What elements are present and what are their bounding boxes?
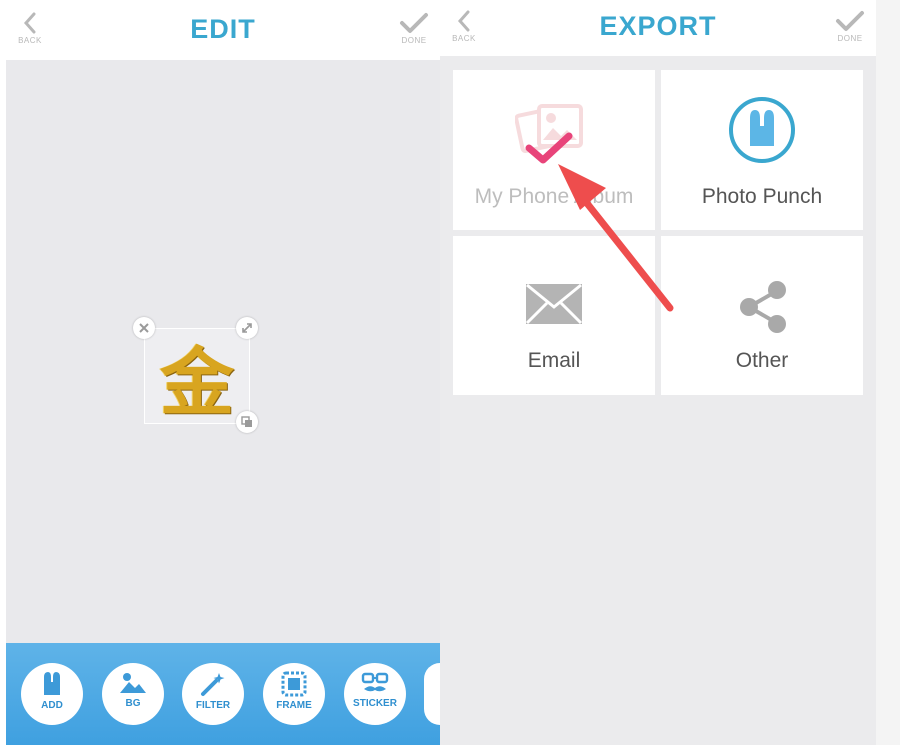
- envelope-icon: [525, 283, 583, 325]
- duplicate-handle[interactable]: [236, 411, 258, 433]
- page-margin: [876, 0, 900, 745]
- frame-button[interactable]: FRAME: [263, 663, 325, 725]
- magic-wand-icon: [201, 673, 225, 696]
- option-label: Photo Punch: [701, 185, 823, 208]
- edit-toolbar: ADD BG FILTER FRAME STICKER: [6, 643, 440, 745]
- copy-icon: [241, 416, 252, 427]
- filter-button[interactable]: FILTER: [182, 663, 244, 725]
- sticker-button[interactable]: STICKER: [344, 663, 406, 725]
- done-label: DONE: [837, 34, 863, 43]
- delete-handle[interactable]: [133, 317, 155, 339]
- bg-button[interactable]: BG: [102, 663, 164, 725]
- sticker-label: STICKER: [353, 698, 397, 709]
- more-tools-button[interactable]: [424, 663, 440, 725]
- edit-header: BACK EDIT DONE: [6, 0, 440, 60]
- photo-album-icon: [515, 104, 583, 164]
- frame-label: FRAME: [276, 700, 312, 711]
- photo-punch-icon: [729, 97, 795, 163]
- add-label: ADD: [41, 700, 63, 711]
- export-option-email[interactable]: Email: [453, 236, 655, 395]
- edit-title: EDIT: [190, 14, 256, 44]
- sticker-selection[interactable]: 金: [144, 328, 250, 426]
- export-option-photo-punch[interactable]: Photo Punch: [661, 70, 863, 230]
- option-label: Email: [527, 349, 581, 372]
- export-screen: BACK EXPORT DONE My Phone Album Photo Pu…: [440, 0, 876, 745]
- filter-label: FILTER: [195, 700, 231, 711]
- image-icon: [120, 673, 146, 693]
- expand-icon: [242, 323, 252, 333]
- close-icon: [139, 323, 149, 333]
- sticker-image[interactable]: 金: [145, 329, 249, 426]
- share-icon: [740, 281, 786, 333]
- bg-label: BG: [125, 698, 141, 709]
- edit-screen: BACK EDIT DONE 金 ADD BG FILTER FRAME STI…: [6, 0, 440, 745]
- done-label: DONE: [401, 36, 427, 45]
- option-label: My Phone Album: [474, 185, 634, 208]
- export-option-phone-album[interactable]: My Phone Album: [453, 70, 655, 230]
- bunny-icon: [44, 672, 60, 695]
- resize-handle[interactable]: [236, 317, 258, 339]
- export-header: BACK EXPORT DONE: [440, 0, 876, 56]
- frame-icon: [281, 671, 307, 697]
- done-button[interactable]: DONE: [828, 10, 872, 43]
- checkmark-icon: [400, 13, 428, 33]
- mustache-icon: [361, 672, 389, 692]
- done-button[interactable]: DONE: [392, 12, 436, 45]
- checkmark-icon: [836, 11, 864, 31]
- export-option-other[interactable]: Other: [661, 236, 863, 395]
- option-label: Other: [735, 349, 789, 372]
- export-title: EXPORT: [599, 11, 717, 41]
- add-button[interactable]: ADD: [21, 663, 83, 725]
